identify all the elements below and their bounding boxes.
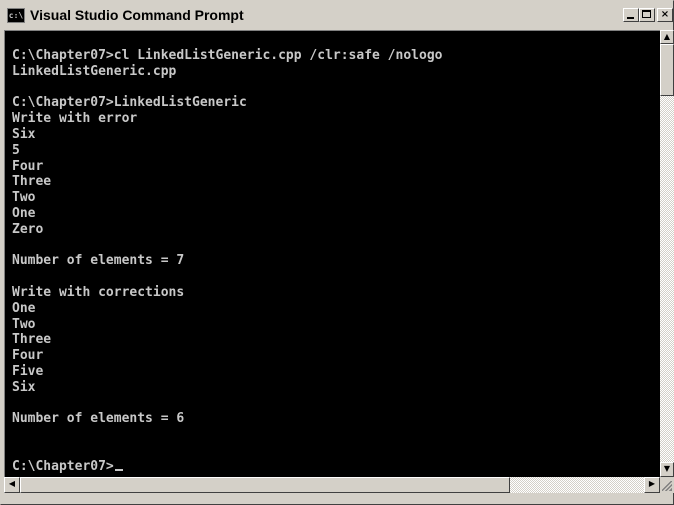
title-bar[interactable]: c:\ Visual Studio Command Prompt × <box>3 3 673 29</box>
console-line: One <box>12 300 36 316</box>
close-icon: × <box>660 9 670 20</box>
arrow-down-icon: ▼ <box>663 464 671 473</box>
console-line: Number of elements = 7 <box>12 253 185 269</box>
console-line: Write with error <box>12 111 138 127</box>
scroll-left-button[interactable]: ◀ <box>4 477 20 493</box>
console-line: Zero <box>12 221 44 237</box>
scroll-right-button[interactable]: ▶ <box>644 477 660 493</box>
console-line: C:\Chapter07>LinkedListGeneric <box>12 95 247 111</box>
console-lines: C:\Chapter07>cl LinkedListGeneric.cpp /c… <box>12 48 442 475</box>
console-line: 5 <box>12 142 20 158</box>
console-line: C:\Chapter07>cl LinkedListGeneric.cpp /c… <box>12 48 443 63</box>
scroll-up-button[interactable]: ▲ <box>660 30 674 44</box>
console-line: Six <box>12 126 36 142</box>
arrow-up-icon: ▲ <box>663 32 671 41</box>
arrow-right-icon: ▶ <box>648 479 656 488</box>
console-line: Three <box>12 174 52 190</box>
scroll-down-button[interactable]: ▼ <box>660 462 674 477</box>
text-cursor <box>114 468 123 471</box>
console-line: Three <box>12 332 52 348</box>
maximize-button[interactable] <box>639 8 655 22</box>
horizontal-scroll-thumb[interactable] <box>20 477 510 493</box>
console-line: LinkedListGeneric.cpp <box>12 63 177 79</box>
console-output[interactable]: C:\Chapter07>cl LinkedListGeneric.cpp /c… <box>4 30 660 477</box>
vertical-scrollbar[interactable]: ▲ ▼ <box>660 30 674 477</box>
arrow-left-icon: ◀ <box>8 479 16 488</box>
console-line: Write with corrections <box>12 284 185 300</box>
size-grip[interactable] <box>660 477 674 493</box>
vertical-scroll-thumb[interactable] <box>660 44 674 96</box>
console-line: One <box>12 205 36 221</box>
minimize-icon <box>627 17 634 19</box>
console-line: Number of elements = 6 <box>12 411 185 427</box>
maximize-icon <box>642 10 651 18</box>
console-line: Two <box>12 190 36 206</box>
console-line: Four <box>12 348 44 364</box>
window-title: Visual Studio Command Prompt <box>30 7 244 23</box>
console-line: C:\Chapter07> <box>12 459 442 475</box>
minimize-button[interactable] <box>623 8 639 22</box>
horizontal-scrollbar[interactable]: ◀ ▶ <box>4 477 660 493</box>
console-line: Two <box>12 316 36 332</box>
resize-grip-icon <box>662 481 672 491</box>
console-line: Four <box>12 158 44 174</box>
console-line: Five <box>12 363 44 379</box>
close-button[interactable]: × <box>657 8 673 22</box>
cmd-icon[interactable]: c:\ <box>7 8 25 23</box>
console-line: Six <box>12 379 36 395</box>
console-window: c:\ Visual Studio Command Prompt × C:\Ch… <box>0 0 674 505</box>
